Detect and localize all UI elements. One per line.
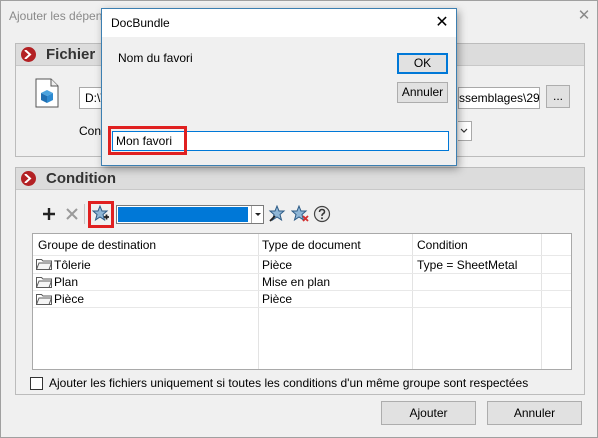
- row-doc-type-cell: Pièce: [262, 292, 293, 306]
- file-path-field-left[interactable]: D:\V: [79, 87, 103, 109]
- add-button[interactable]: Ajouter: [381, 401, 476, 425]
- same-group-checkbox[interactable]: [30, 377, 43, 390]
- dialog-titlebar[interactable]: DocBundle ✕: [102, 9, 456, 37]
- dialog-title: DocBundle: [111, 16, 170, 30]
- window-close-button[interactable]: ✕: [575, 7, 593, 25]
- table-row[interactable]: Tôlerie Pièce Type = SheetMetal: [33, 256, 571, 273]
- column-header-group[interactable]: Groupe de destination: [38, 238, 156, 252]
- condition-section-title: Condition: [46, 170, 116, 187]
- favorite-select[interactable]: [116, 205, 264, 224]
- fichier-section-title: Fichier: [46, 46, 96, 63]
- folder-icon: [36, 259, 52, 270]
- add-icon[interactable]: [40, 205, 58, 223]
- table-row[interactable]: Plan Mise en plan: [33, 274, 571, 290]
- favorite-name-dialog: DocBundle ✕ Nom du favori OK Annuler Mon…: [101, 8, 457, 166]
- help-icon[interactable]: [313, 205, 331, 223]
- row-divider: [33, 307, 571, 308]
- configuration-dropdown-arrow[interactable]: [458, 121, 472, 141]
- dialog-prompt: Nom du favori: [118, 51, 193, 65]
- column-header-condition[interactable]: Condition: [417, 238, 468, 252]
- cancel-button[interactable]: Annuler: [487, 401, 582, 425]
- close-icon[interactable]: ✕: [432, 13, 452, 33]
- same-group-checkbox-label[interactable]: Ajouter les fichiers uniquement si toute…: [49, 376, 528, 390]
- toolbar-separator: [84, 204, 85, 224]
- folder-icon: [36, 277, 52, 288]
- favorite-name-highlight: [108, 126, 187, 155]
- folder-icon: [36, 294, 52, 305]
- ok-button[interactable]: OK: [397, 53, 448, 74]
- window-title: Ajouter les dépend: [9, 9, 104, 23]
- chevron-down-icon[interactable]: [251, 206, 263, 223]
- remove-favorite-icon[interactable]: [290, 204, 309, 223]
- row-group-cell: Pièce: [54, 292, 85, 306]
- row-group-cell: Plan: [54, 275, 79, 289]
- collapse-arrow-icon[interactable]: [21, 47, 36, 62]
- file-path-field-right[interactable]: ssemblages\29: [458, 87, 540, 109]
- row-doc-type-cell: Pièce: [262, 258, 293, 272]
- add-favorite-highlight: [88, 201, 114, 228]
- part-file-icon: [34, 78, 60, 108]
- row-doc-type-cell: Mise en plan: [262, 275, 331, 289]
- dialog-cancel-button[interactable]: Annuler: [397, 82, 448, 103]
- column-header-doc-type[interactable]: Type de document: [262, 238, 361, 252]
- row-group-cell: Tôlerie: [54, 258, 91, 272]
- favorite-select-value: [118, 207, 248, 222]
- delete-icon[interactable]: [63, 205, 81, 223]
- pin-favorite-icon[interactable]: [268, 204, 286, 223]
- collapse-arrow-icon[interactable]: [21, 171, 36, 186]
- condition-table: Groupe de destination Type de document C…: [32, 233, 572, 370]
- table-row[interactable]: Pièce Pièce: [33, 291, 571, 307]
- condition-section-header[interactable]: Condition: [16, 168, 584, 190]
- row-condition-cell: Type = SheetMetal: [417, 258, 518, 272]
- browse-button[interactable]: ...: [546, 85, 570, 108]
